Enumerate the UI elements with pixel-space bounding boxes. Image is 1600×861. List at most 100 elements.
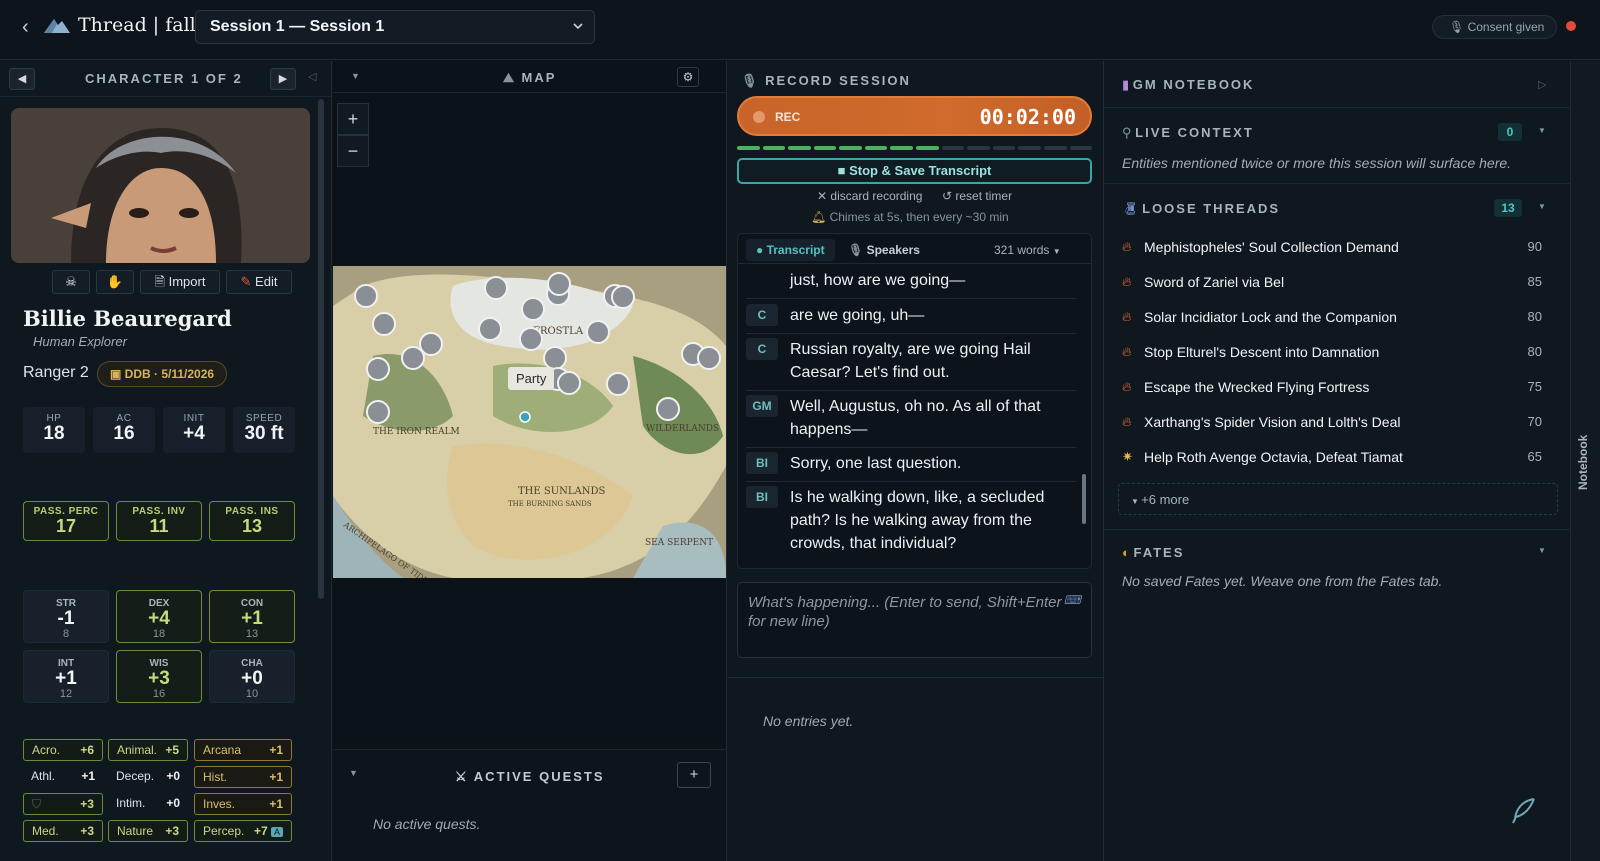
back-chevron-icon[interactable]: ‹ (22, 16, 29, 39)
speaker-badge: C (746, 304, 778, 326)
active-quests-section: ▼ ⚔ ACTIVE QUESTS + No active quests. (333, 749, 726, 861)
live-context-count: 0 (1498, 123, 1522, 141)
import-button[interactable]: 🗎 Import (140, 270, 220, 294)
ability-dex[interactable]: DEX +4 18 (116, 590, 202, 643)
chevron-down-icon[interactable]: ▼ (1538, 126, 1546, 135)
transcript-scrollbar[interactable] (1082, 474, 1086, 524)
transcript-row[interactable]: BI Is he walking down, like, a secluded p… (746, 480, 1076, 561)
stat-value: 30 ft (244, 423, 284, 444)
rec-label: REC (775, 110, 801, 124)
thread-title: Help Roth Avenge Octavia, Defeat Tiamat (1144, 448, 1403, 465)
collapse-panel-icon[interactable]: ▷ (1538, 78, 1546, 91)
skill-athletics[interactable]: Athl. +1 (23, 766, 103, 788)
ability-cha[interactable]: CHA +0 10 (209, 650, 295, 703)
notebook-icon: ▮ (1122, 77, 1133, 92)
keyboard-icon[interactable]: ⌨ (1064, 591, 1081, 610)
transcript-card: ● Transcript 🎙︎ Speakers 321 words ▼ jus… (737, 233, 1092, 569)
word-count-dropdown[interactable]: 321 words ▼ (994, 243, 1061, 257)
discard-recording-link[interactable]: ✕ discard recording (817, 189, 922, 203)
party-label[interactable]: Party (508, 367, 555, 390)
hand-icon[interactable]: ✋ (96, 270, 134, 294)
world-map[interactable]: FROSTLA THE IRON REALM THE SUNLANDS WILD… (333, 266, 726, 578)
fates-header[interactable]: ◐ FATES (1122, 545, 1184, 560)
live-context-header[interactable]: ⚲ LIVE CONTEXT (1122, 125, 1254, 141)
feather-quill-icon[interactable] (1508, 795, 1540, 827)
thread-item[interactable]: 🔥︎ Solar Incidiator Lock and the Companio… (1122, 299, 1542, 334)
zoom-out-button[interactable]: − (337, 135, 369, 167)
passive-value: 17 (55, 516, 77, 536)
transcript-row[interactable]: GM Well, Augustus, oh no. As all of that … (746, 389, 1076, 448)
thread-score: 80 (1527, 344, 1542, 359)
gm-notebook-header: ▮ GM NOTEBOOK (1122, 77, 1254, 93)
skill-mod: +3 (165, 824, 179, 838)
ability-score: 16 (152, 688, 166, 700)
chevron-down-icon[interactable]: ▼ (1538, 546, 1546, 555)
loose-threads-header[interactable]: 🧵︎ LOOSE THREADS (1122, 201, 1280, 217)
ddb-sync-badge[interactable]: ▣ DDB · 5/11/2026 (97, 361, 228, 387)
ability-int[interactable]: INT +1 12 (23, 650, 109, 703)
skill-deception[interactable]: Decep. +0 (108, 766, 188, 788)
thread-item[interactable]: 🔥︎ Xarthang's Spider Vision and Lolth's D… (1122, 404, 1542, 439)
transcript-row[interactable]: Care we going, uh— (746, 298, 1076, 334)
collapse-arrow-icon[interactable]: ▼ (351, 71, 360, 81)
transcript-row[interactable]: BI Sorry, one last question. (746, 446, 1076, 482)
tab-transcript[interactable]: ● Transcript (746, 239, 835, 261)
thread-item[interactable]: 🔥︎ Sword of Zariel via Bel 85 (1122, 264, 1542, 299)
stop-label: Stop & Save Transcript (849, 163, 992, 178)
note-input[interactable]: What's happening... (Enter to send, Shif… (737, 582, 1092, 658)
skill-arcana[interactable]: Arcana +1 (194, 739, 292, 761)
tab-speakers[interactable]: 🎙︎ Speakers (848, 243, 920, 257)
edit-button[interactable]: ✎ Edit (226, 270, 292, 294)
recording-bar[interactable]: REC 00:02:00 (737, 96, 1092, 136)
show-more-threads[interactable]: ▼ +6 more (1118, 483, 1558, 515)
ability-wis[interactable]: WIS +3 16 (116, 650, 202, 703)
skill-acrobatics[interactable]: Acro. +6 (23, 739, 103, 761)
session-select[interactable]: Session 1 — Session 1 (195, 10, 595, 44)
collapse-arrow-icon[interactable]: ▼ (349, 768, 358, 778)
edit-label: Edit (255, 274, 278, 289)
prev-character-button[interactable]: ◀ (9, 68, 35, 90)
transcript-row[interactable]: C Russian royalty, are we going Hail Caes… (746, 332, 1076, 391)
skill-medicine[interactable]: Med. +3 (23, 820, 103, 842)
character-portrait (11, 108, 310, 263)
gear-icon[interactable]: ⚙ (677, 67, 699, 87)
chevron-down-icon[interactable]: ▼ (1538, 202, 1546, 211)
masks-icon: ◐ (1122, 545, 1134, 560)
party-marker[interactable] (519, 411, 531, 423)
ability-con[interactable]: CON +1 13 (209, 590, 295, 643)
divider (1104, 183, 1570, 184)
skill-nature[interactable]: Nature +3 (108, 820, 188, 842)
skill-intimidation[interactable]: Intim. +0 (108, 793, 188, 815)
thread-item[interactable]: 🔥︎ Stop Elturel's Descent into Damnation 8… (1122, 334, 1542, 369)
transcript-row[interactable]: just, how are we going— (746, 267, 1076, 299)
thread-item[interactable]: 🔥︎ Escape the Wrecked Flying Fortress 75 (1122, 369, 1542, 404)
skill-name: Med. (32, 824, 59, 838)
skill-perception[interactable]: Percep. +7 A (194, 820, 292, 842)
next-character-button[interactable]: ▶ (270, 68, 296, 90)
consent-badge[interactable]: 🎙︎ Consent given (1432, 15, 1558, 39)
skill-investigation[interactable]: Inves. +1 (194, 793, 292, 815)
skill-insight[interactable]: ⛉ +3 (23, 793, 103, 815)
character-nav-label: CHARACTER 1 OF 2 (85, 71, 243, 86)
character-scrollbar[interactable] (318, 99, 324, 599)
place-label: SEA SERPENT (645, 538, 713, 548)
skill-mod: +0 (166, 769, 180, 783)
skill-animal[interactable]: Animal. +5 (108, 739, 188, 761)
reset-timer-link[interactable]: ↺ reset timer (942, 189, 1012, 203)
notebook-rail-label[interactable]: Notebook (1576, 435, 1590, 490)
stat-value: +4 (183, 423, 205, 444)
ability-str[interactable]: STR -1 8 (23, 590, 109, 643)
zoom-in-button[interactable]: + (337, 103, 369, 135)
stop-save-transcript-button[interactable]: ■ Stop & Save Transcript (737, 158, 1092, 184)
add-quest-button[interactable]: + (677, 762, 711, 788)
character-class: Ranger 2 (23, 364, 89, 381)
calendar-icon: ▣ (110, 367, 125, 381)
skill-name: Intim. (116, 796, 146, 810)
note-input-placeholder: What's happening... (Enter to send, Shif… (748, 594, 1062, 630)
meter-segment (788, 146, 811, 150)
thread-item[interactable]: 🔥︎ Mephistopheles' Soul Collection Demand… (1122, 229, 1542, 264)
skull-icon[interactable]: ☠ (52, 270, 90, 294)
collapse-panel-icon[interactable]: ◁ (308, 70, 316, 83)
thread-item[interactable]: ✷ Help Roth Avenge Octavia, Defeat Tiamat… (1122, 439, 1542, 474)
skill-history[interactable]: Hist. +1 (194, 766, 292, 788)
